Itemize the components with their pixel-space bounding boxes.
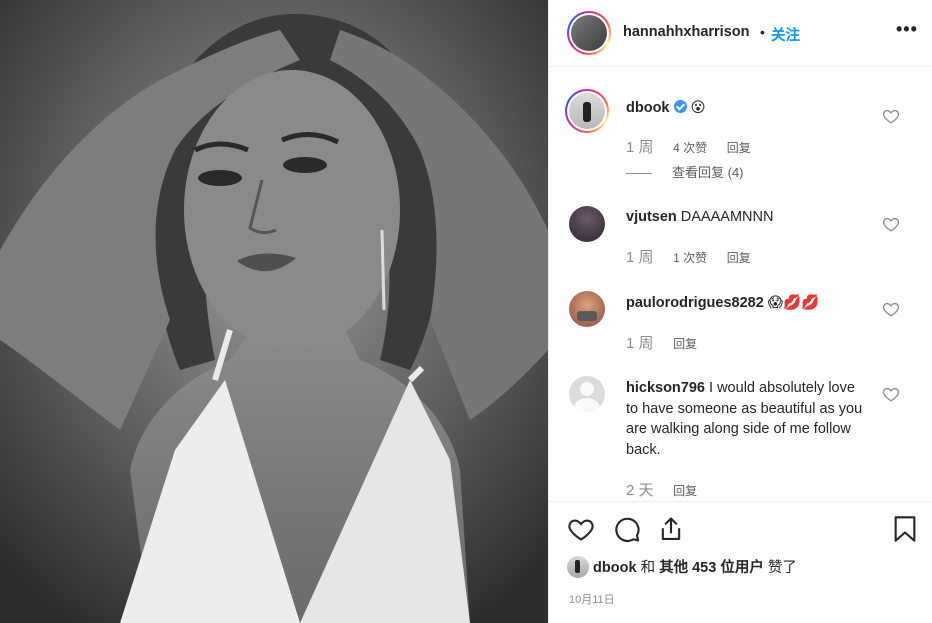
commenter-avatar[interactable]	[569, 376, 605, 412]
post-date[interactable]: 10月11日	[569, 591, 615, 607]
comment-username[interactable]: hickson796	[626, 380, 705, 396]
likes-summary: dbook 和 其他 453 位用户 赞了	[567, 556, 927, 580]
follow-button[interactable]: 关注	[771, 24, 800, 45]
liker-username[interactable]: dbook	[593, 560, 637, 576]
comment-time: 1 周	[626, 139, 654, 156]
comment-username[interactable]: vjutsen	[626, 209, 677, 225]
post-header: hannahhxharrison • 关注 •••	[549, 0, 932, 67]
view-replies-label: 查看回复 (4)	[672, 165, 744, 180]
comment-like-heart-icon[interactable]	[882, 385, 900, 403]
comment-text: DAAAAMNNN	[680, 209, 774, 225]
likes-others-link[interactable]: 其他 453 位用户	[659, 560, 764, 576]
separator-dot: •	[760, 24, 765, 40]
comment-meta: 1 周 回复	[626, 332, 713, 353]
verified-badge-icon	[673, 100, 687, 113]
reply-button[interactable]: 回复	[673, 337, 697, 351]
comment-username[interactable]: dbook	[626, 100, 670, 116]
comment-time: 1 周	[626, 249, 654, 266]
comment-meta: 1 周 1 次赞 回复	[626, 246, 767, 267]
comment-like-heart-icon[interactable]	[882, 215, 900, 233]
share-icon[interactable]	[657, 515, 685, 543]
comment-time: 1 周	[626, 335, 654, 352]
commenter-avatar[interactable]	[569, 206, 605, 242]
bookmark-icon[interactable]	[891, 515, 919, 543]
post-photo[interactable]	[0, 0, 548, 623]
portrait-image	[0, 0, 548, 623]
likes-and: 和	[640, 560, 656, 576]
commenter-avatar[interactable]	[565, 89, 609, 133]
reply-button[interactable]: 回复	[727, 141, 751, 155]
comment-text: 😮	[690, 100, 706, 116]
comment-meta: 1 周 4 次赞 回复	[626, 136, 767, 157]
view-replies-button[interactable]: 查看回复 (4)	[626, 162, 744, 181]
more-options-icon[interactable]: •••	[896, 19, 918, 40]
replies-divider	[626, 173, 652, 175]
author-username[interactable]: hannahhxharrison	[623, 24, 750, 40]
liker-avatar[interactable]	[567, 556, 589, 578]
reply-button[interactable]: 回复	[673, 484, 697, 498]
comment-like-heart-icon[interactable]	[882, 300, 900, 318]
heart-icon[interactable]	[567, 515, 595, 543]
post-sidebar: hannahhxharrison • 关注 ••• dbook 😮 1 周 4 …	[548, 0, 932, 623]
post-actions-bar	[549, 501, 932, 553]
comment-meta: 2 天 回复	[626, 479, 713, 500]
commenter-avatar[interactable]	[569, 291, 605, 327]
comments-list[interactable]: dbook 😮 1 周 4 次赞 回复 查看回复 (4) vjutsen DAA…	[549, 68, 932, 500]
author-avatar[interactable]	[567, 11, 611, 55]
comment-icon[interactable]	[613, 515, 641, 543]
likes-suffix: 赞了	[767, 560, 797, 576]
reply-button[interactable]: 回复	[727, 251, 751, 265]
comment-like-count[interactable]: 1 次赞	[673, 251, 707, 265]
comment-time: 2 天	[626, 482, 654, 499]
comment-username[interactable]: paulorodrigues8282	[626, 295, 764, 311]
comment-text: 😱💋💋	[767, 295, 820, 311]
comment-like-heart-icon[interactable]	[882, 107, 900, 125]
comment-like-count[interactable]: 4 次赞	[673, 141, 707, 155]
